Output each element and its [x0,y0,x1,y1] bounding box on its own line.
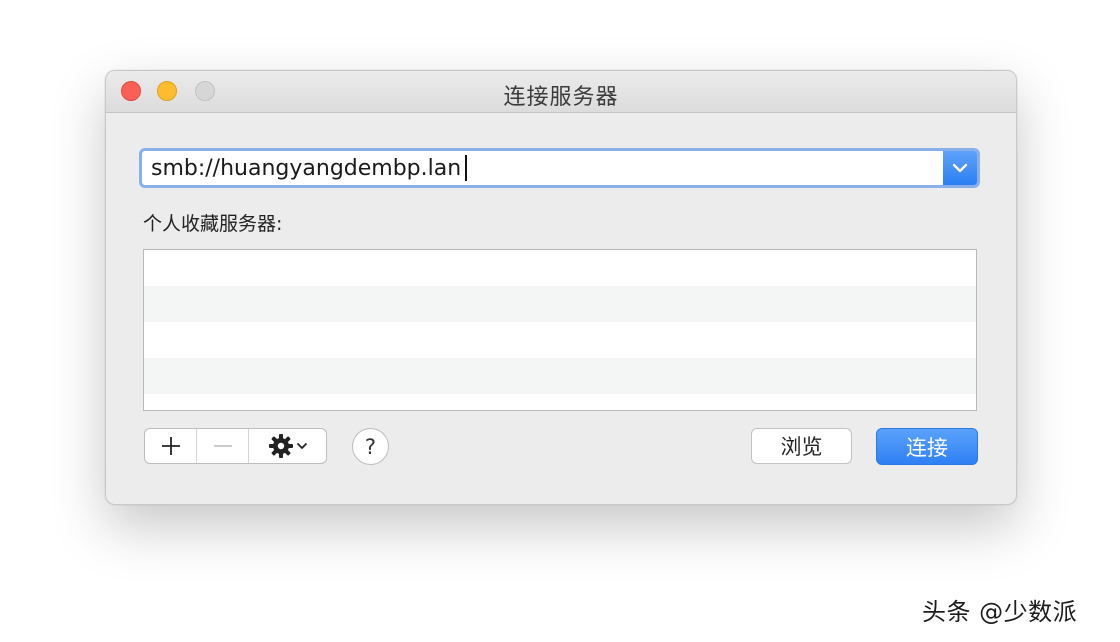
chevron-down-icon [952,163,968,173]
list-row[interactable] [144,358,976,394]
plus-icon [161,437,180,455]
gear-icon [268,434,293,458]
connect-button[interactable]: 连接 [876,428,978,465]
favorites-toolbar [144,428,327,464]
browse-button[interactable]: 浏览 [751,428,852,464]
remove-favorite-button[interactable] [197,429,249,463]
window-title: 连接服务器 [503,85,619,110]
text-caret [465,155,467,181]
favorite-servers-label: 个人收藏服务器: [143,213,283,235]
help-button[interactable]: ? [352,428,389,465]
server-address-combobox[interactable] [139,148,980,188]
watermark: 头条 @少数派 [922,598,1078,626]
screen: 连接服务器 个人收藏服务器: [0,0,1120,642]
list-row[interactable] [144,394,976,410]
minus-icon [213,445,232,447]
recent-servers-dropdown-button[interactable] [943,151,977,185]
chevron-down-icon [296,443,307,449]
action-menu-button[interactable] [249,429,326,463]
list-row[interactable] [144,250,976,286]
connect-to-server-window: 连接服务器 个人收藏服务器: [105,70,1017,505]
list-row[interactable] [144,322,976,358]
list-row[interactable] [144,286,976,322]
server-address-input[interactable] [142,151,942,185]
add-favorite-button[interactable] [145,429,197,463]
favorite-servers-list[interactable] [143,249,977,411]
title-bar[interactable]: 连接服务器 [106,71,1016,113]
